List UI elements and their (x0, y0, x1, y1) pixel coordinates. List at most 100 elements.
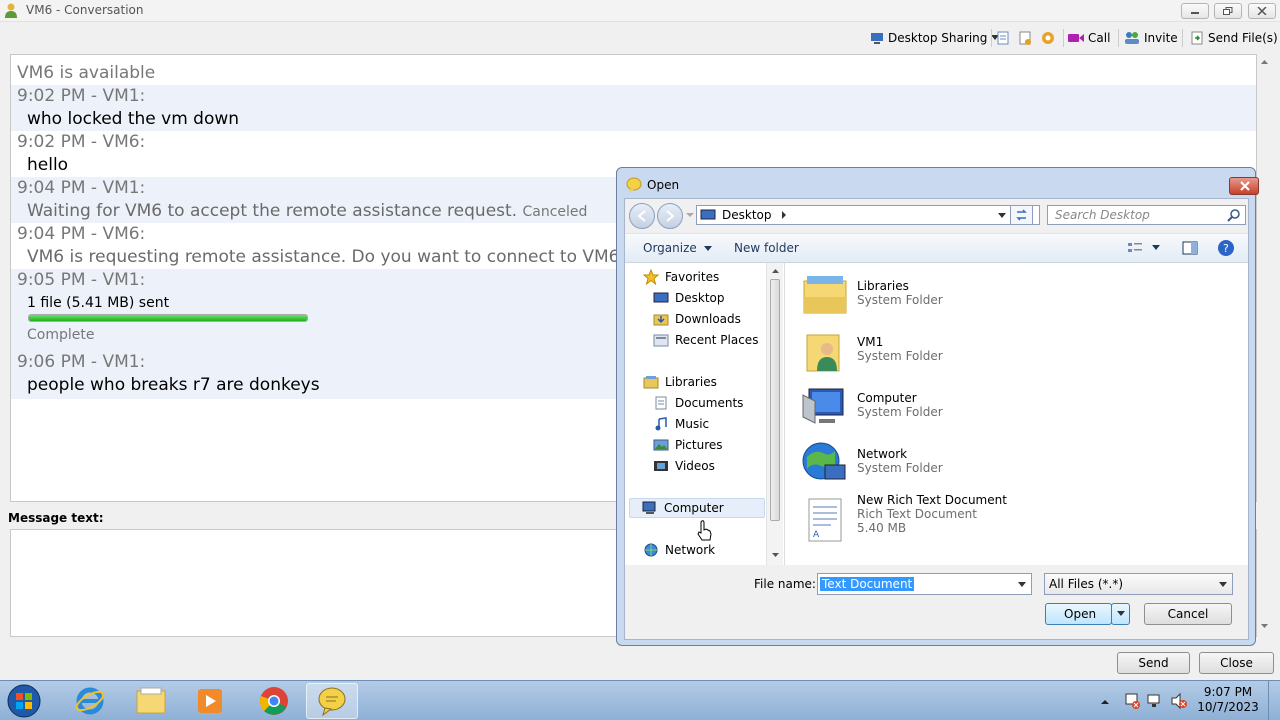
taskbar-chrome[interactable] (248, 683, 300, 719)
forward-button[interactable] (657, 203, 683, 229)
cancel-button[interactable]: Cancel (1144, 603, 1232, 625)
search-input[interactable]: Search Desktop (1047, 205, 1246, 225)
file-name: VM1 (857, 335, 884, 349)
file-item-rich-text-document[interactable]: A New Rich Text Document Rich Text Docum… (801, 493, 1007, 547)
restore-icon (1223, 7, 1233, 15)
file-name-label: File name: (754, 577, 816, 591)
taskbar-messenger[interactable] (306, 683, 358, 719)
call-label: Call (1088, 31, 1111, 45)
status-text: VM6 is available (17, 63, 156, 83)
system-clock[interactable]: 9:07 PM 10/7/2023 (1197, 685, 1259, 715)
taskbar-media-player[interactable] (184, 683, 236, 719)
windows-start-icon (7, 684, 41, 718)
new-folder-button[interactable]: New folder (734, 241, 799, 255)
volume-muted-icon[interactable] (1170, 692, 1188, 710)
svg-text:?: ? (1223, 242, 1229, 255)
music-icon (655, 417, 667, 431)
close-button[interactable]: Close (1199, 652, 1274, 674)
nav-music[interactable]: Music (653, 414, 709, 434)
recent-locations-icon[interactable] (686, 211, 694, 219)
messenger-icon (626, 177, 642, 193)
nav-recent-places[interactable]: Recent Places (653, 330, 758, 350)
scroll-thumb[interactable] (770, 279, 780, 521)
send-files-button[interactable]: Send File(s) (1190, 27, 1278, 49)
document-icon (1019, 31, 1031, 45)
file-name-value: Text Document (820, 577, 915, 591)
send-button[interactable]: Send (1117, 652, 1190, 674)
desktop-icon (700, 209, 716, 220)
refresh-button[interactable] (1010, 205, 1033, 225)
call-button[interactable]: Call (1068, 27, 1110, 49)
nav-favorites-label: Favorites (665, 270, 720, 284)
file-name-input[interactable]: Text Document (817, 573, 1032, 595)
hand-cursor-icon (697, 520, 712, 541)
nav-desktop[interactable]: Desktop (653, 288, 725, 308)
close-window-button[interactable] (1248, 3, 1276, 19)
nav-documents-label: Documents (675, 396, 744, 410)
preview-pane-icon[interactable] (1182, 241, 1198, 255)
title-bar: VM6 - Conversation (0, 0, 1280, 22)
network-status-icon[interactable] (1146, 692, 1164, 710)
address-dropdown-icon[interactable] (997, 212, 1007, 220)
help-icon[interactable]: ? (1217, 239, 1235, 257)
file-type-select[interactable]: All Files (*.*) (1044, 573, 1233, 595)
window-scrollbar[interactable] (1257, 54, 1272, 634)
network-icon (802, 442, 846, 480)
open-button[interactable]: Open (1045, 603, 1112, 625)
action-center-icon[interactable] (1123, 692, 1141, 710)
command-bar: Organize New folder ? (625, 233, 1248, 263)
video-camera-icon (1068, 34, 1084, 42)
nav-documents[interactable]: Documents (653, 393, 743, 413)
taskbar-internet-explorer[interactable] (64, 683, 116, 719)
view-options-chevron-icon[interactable] (1152, 245, 1160, 251)
file-type: System Folder (857, 293, 943, 307)
toolbar-divider (991, 29, 992, 47)
documents-icon (655, 396, 667, 410)
open-label: Open (1064, 607, 1097, 621)
invite-button[interactable]: Invite (1124, 27, 1178, 49)
file-item-computer[interactable]: Computer System Folder (801, 383, 943, 435)
nav-computer[interactable]: Computer (629, 498, 765, 518)
pictures-icon (653, 439, 669, 451)
change-view-icon[interactable] (1127, 241, 1143, 255)
nav-pictures[interactable]: Pictures (653, 435, 723, 455)
whiteboard-button[interactable] (996, 27, 1010, 49)
scroll-up-icon (1261, 60, 1268, 64)
dialog-content: Desktop Search Desktop Organize New fold… (624, 198, 1249, 640)
chevron-down-icon[interactable] (1017, 581, 1027, 589)
file-transfer-button[interactable] (1018, 27, 1032, 49)
nav-network[interactable]: Network (643, 540, 715, 560)
message-text-label: Message text: (8, 511, 104, 525)
libraries-icon (643, 376, 659, 389)
nav-videos[interactable]: Videos (653, 456, 715, 476)
start-button[interactable] (4, 683, 44, 719)
show-hidden-icons-icon[interactable] (1100, 698, 1110, 706)
nav-music-label: Music (675, 417, 710, 431)
nav-libraries[interactable]: Libraries (643, 372, 717, 392)
back-button[interactable] (629, 203, 655, 229)
dialog-close-button[interactable] (1229, 177, 1259, 195)
minimize-button[interactable] (1181, 3, 1209, 19)
file-list: Libraries System Folder VM1 System Folde… (785, 263, 1248, 565)
nav-favorites[interactable]: Favorites (643, 267, 719, 287)
taskbar: 9:07 PM 10/7/2023 (0, 680, 1280, 720)
send-files-label: Send File(s) (1208, 31, 1278, 45)
computer-icon (642, 501, 656, 514)
activities-button[interactable] (1040, 27, 1056, 49)
star-icon (643, 269, 659, 285)
file-item-network[interactable]: Network System Folder (801, 439, 943, 491)
address-bar[interactable]: Desktop (696, 205, 1040, 225)
organize-button[interactable]: Organize (643, 241, 712, 255)
navigation-scrollbar[interactable] (766, 263, 783, 565)
file-item-libraries[interactable]: Libraries System Folder (801, 271, 943, 323)
nav-downloads[interactable]: Downloads (653, 309, 741, 329)
videos-icon (654, 461, 668, 471)
desktop-sharing-button[interactable]: Desktop Sharing (870, 27, 1000, 49)
taskbar-windows-explorer[interactable] (125, 683, 177, 719)
open-options-button[interactable] (1111, 603, 1130, 625)
maximize-button[interactable] (1214, 3, 1242, 19)
file-type-value: All Files (*.*) (1049, 577, 1124, 591)
show-desktop-button[interactable] (1268, 681, 1280, 720)
file-item-vm1[interactable]: VM1 System Folder (801, 327, 943, 379)
file-type: System Folder (857, 349, 943, 363)
